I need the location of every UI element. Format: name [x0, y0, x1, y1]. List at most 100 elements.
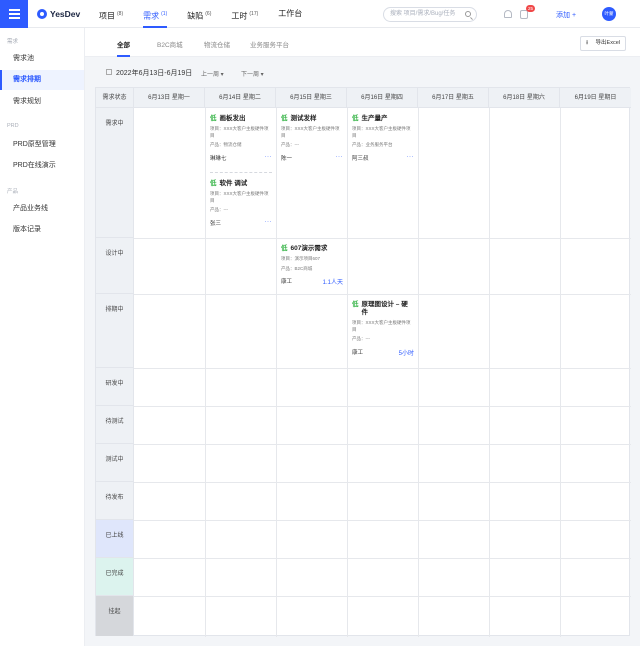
card-project: 项目：XXX大客户主板硬件项目 [352, 126, 411, 138]
requirement-card[interactable]: 低画板发出 项目：XXX大客户主板硬件项目 产品：物流仓储 琳琳七 ··· [210, 115, 272, 162]
more-icon[interactable]: ··· [265, 219, 273, 225]
card-project: 项目：演示项目607 [281, 256, 321, 261]
row-divider [134, 558, 631, 559]
card-product: 产品：物流仓储 [210, 142, 242, 147]
card-product: 产品：业务服务平台 [352, 142, 393, 147]
requirement-card[interactable]: 低生产量产 项目：XXX大客户主板硬件项目 产品：业务服务平台 阿三叔 ··· [352, 115, 414, 162]
card-owner: 阿三叔 [352, 155, 369, 162]
card-title: 画板发出 [219, 115, 246, 122]
sidebar-item-requirement-schedule[interactable]: 需求排期 [0, 70, 84, 90]
tab-logistics[interactable]: 物流仓储 [204, 39, 230, 49]
tab-all[interactable]: 全部 [117, 39, 130, 57]
logo-text: YesDev [50, 9, 81, 19]
card-duration: 1.1人天 [322, 280, 343, 286]
status-label-design: 设计中 [96, 238, 134, 294]
sidebar-group-requirements: 需求 [7, 39, 19, 45]
priority-badge: 低 [352, 115, 359, 122]
nav-item-worktime[interactable]: 工时 (17) [231, 0, 258, 28]
status-label-requirement: 需求中 [96, 108, 134, 238]
column-divider [489, 108, 490, 637]
card-product: 产品：B2C商城 [281, 265, 313, 271]
card-product: 产品：--- [281, 142, 299, 147]
row-divider [134, 238, 631, 239]
priority-badge: 低 [281, 245, 288, 252]
requirement-card[interactable]: 低测试发样 项目：XXX大客户主板硬件项目 产品：--- 陈一 ··· [281, 115, 343, 162]
avatar[interactable]: 叶蒙 [602, 7, 616, 21]
status-label-completed: 已完成 [96, 558, 134, 596]
more-icon[interactable]: ··· [265, 154, 273, 160]
card-title: 测试发样 [290, 115, 317, 122]
day-header: 6月16日 星期四 [347, 88, 418, 108]
card-title: 原理图设计 – 硬件 [361, 301, 408, 316]
card-project: 项目：XXX大客户主板硬件项目 [210, 191, 269, 203]
sidebar-item-product-line[interactable]: 产品业务线 [0, 199, 84, 219]
date-range[interactable]: 2022年6月13日-6月19日 [116, 68, 192, 78]
priority-badge: 低 [210, 180, 217, 187]
tasks-badge: 25 [526, 5, 536, 12]
logo-icon [37, 9, 47, 19]
row-divider [134, 520, 631, 521]
priority-badge: 低 [210, 115, 217, 122]
sub-tabs: 全部 B2C商城 物流仓储 业务服务平台 [85, 28, 640, 57]
row-divider [134, 368, 631, 369]
sidebar: 需求 需求池 需求排期 需求规划 PRD PRD原型管理 PRD在线演示 产品 … [0, 28, 85, 646]
search-input[interactable]: 搜索 项目/需求/Bug/任务 [383, 7, 477, 22]
day-header: 6月17日 星期五 [418, 88, 489, 108]
card-project: 项目：XXX大客户主板硬件项目 [281, 126, 340, 138]
calendar-icon[interactable] [106, 69, 112, 75]
priority-badge: 低 [281, 115, 288, 122]
day-header: 6月15日 星期三 [276, 88, 347, 108]
card-owner: 陈一 [281, 155, 293, 162]
add-button[interactable]: 添加 + [556, 10, 576, 20]
card-title: 生产量产 [361, 115, 388, 122]
sidebar-group-prd: PRD [7, 123, 19, 129]
status-label-released: 已上线 [96, 520, 134, 558]
column-divider [347, 108, 348, 637]
sidebar-item-prd-prototype[interactable]: PRD原型管理 [0, 135, 84, 155]
card-project: 项目：XXX大客户主板硬件项目 [210, 126, 269, 138]
app-logo[interactable]: YesDev [37, 9, 80, 19]
status-label-suspended: 挂起 [96, 596, 134, 636]
top-bar: YesDev 项目 (8) 需求 (1) 缺陷 (6) 工时 (17) 工作台 搜索 项… [0, 0, 640, 28]
column-divider [205, 108, 206, 637]
status-label-to-test: 待测试 [96, 406, 134, 444]
column-divider [418, 108, 419, 637]
row-divider [134, 596, 631, 597]
row-divider [134, 406, 631, 407]
card-divider [210, 172, 272, 173]
sidebar-item-version-log[interactable]: 版本记录 [0, 220, 84, 240]
card-title: 软件 调试 [219, 180, 248, 187]
schedule-board: 需求状态 6月13日 星期一 6月14日 星期二 6月15日 星期三 6月16日… [95, 87, 631, 637]
card-project: 项目：XXX大客户主板硬件项目 [352, 320, 411, 332]
more-icon[interactable]: ··· [336, 154, 344, 160]
row-divider [134, 482, 631, 483]
nav-item-bugs[interactable]: 缺陷 (6) [187, 0, 211, 28]
nav-item-workbench[interactable]: 工作台 [278, 0, 302, 28]
status-label-scheduling: 排期中 [96, 294, 134, 368]
card-owner: 康工 [352, 349, 364, 356]
sidebar-group-product: 产品 [7, 189, 19, 195]
status-label-to-release: 待发布 [96, 482, 134, 520]
next-week-button[interactable]: 下一周 ▾ [241, 69, 264, 78]
day-header: 6月14日 星期二 [205, 88, 276, 108]
day-header: 6月13日 星期一 [134, 88, 205, 108]
requirement-card[interactable]: 低软件 调试 项目：XXX大客户主板硬件项目 产品：--- 张三 ··· [210, 180, 272, 227]
nav-item-projects[interactable]: 项目 (8) [99, 0, 123, 28]
sidebar-item-requirement-pool[interactable]: 需求池 [0, 49, 84, 69]
status-label-testing: 测试中 [96, 444, 134, 482]
export-excel-button[interactable]: 导出Excel [580, 36, 626, 51]
menu-icon[interactable] [0, 0, 28, 28]
more-icon[interactable]: ··· [407, 154, 415, 160]
requirement-card[interactable]: 低原理图设计 – 硬件 项目：XXX大客户主板硬件项目 产品：--- 康工 5小时 [352, 301, 414, 357]
tab-business-platform[interactable]: 业务服务平台 [250, 39, 289, 49]
sidebar-item-prd-demo[interactable]: PRD在线演示 [0, 156, 84, 176]
sidebar-item-requirement-planning[interactable]: 需求规划 [0, 92, 84, 112]
prev-week-button[interactable]: 上一周 ▾ [201, 69, 224, 78]
bell-icon[interactable] [504, 10, 512, 18]
card-owner: 张三 [210, 220, 222, 227]
tab-b2c-mall[interactable]: B2C商城 [157, 39, 183, 49]
nav-item-requirements[interactable]: 需求 (1) [143, 0, 168, 28]
status-column-header: 需求状态 [96, 88, 134, 108]
search-icon[interactable] [465, 11, 471, 17]
requirement-card[interactable]: 低 607演示需求 项目：演示项目607 产品：B2C商城 康工 1.1人天 [281, 245, 343, 286]
